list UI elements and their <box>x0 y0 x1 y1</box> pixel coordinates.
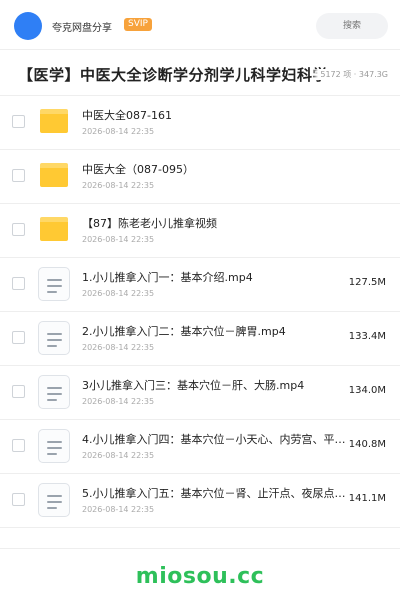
watermark-text: miosou.cc <box>135 564 265 589</box>
item-size: 133.4M <box>348 331 386 342</box>
document-icon <box>38 267 70 301</box>
item-size: 134.0M <box>348 385 386 396</box>
item-size: 127.5M <box>348 277 386 288</box>
list-item[interactable]: 【87】陈老老小儿推拿视频 2026-08-14 22:35 <box>0 204 400 258</box>
svip-badge: SVIP <box>124 18 152 31</box>
item-date: 2026-08-14 22:35 <box>82 451 155 460</box>
item-date: 2026-08-14 22:35 <box>82 289 155 298</box>
item-name: 中医大全087-161 <box>82 109 172 122</box>
item-name: 1.小儿推拿入门一：基本介绍.mp4 <box>82 271 253 284</box>
folder-icon <box>40 109 68 133</box>
file-list: 中医大全087-161 2026-08-14 22:35 中医大全（087-09… <box>0 96 400 528</box>
document-icon <box>38 429 70 463</box>
select-checkbox[interactable] <box>12 223 25 236</box>
folder-icon <box>40 217 68 241</box>
item-name: 2.小儿推拿入门二：基本穴位－脾胃.mp4 <box>82 325 286 338</box>
list-item[interactable]: 4.小儿推拿入门四：基本穴位－小天心、内劳宫、平肝… 2026-08-14 22… <box>0 420 400 474</box>
item-name: 中医大全（087-095） <box>82 163 194 176</box>
item-date: 2026-08-14 22:35 <box>82 397 155 406</box>
item-date: 2026-08-14 22:35 <box>82 127 155 136</box>
list-item[interactable]: 中医大全087-161 2026-08-14 22:35 <box>0 96 400 150</box>
item-name: 【87】陈老老小儿推拿视频 <box>82 217 217 230</box>
list-item[interactable]: 1.小儿推拿入门一：基本介绍.mp4 2026-08-14 22:35 127.… <box>0 258 400 312</box>
item-name: 5.小儿推拿入门五：基本穴位－肾、止汗点、夜尿点、… <box>82 487 350 500</box>
select-checkbox[interactable] <box>12 277 25 290</box>
select-checkbox[interactable] <box>12 115 25 128</box>
brand-name: 夸克网盘分享 <box>52 23 112 34</box>
item-size: 141.1M <box>348 493 386 504</box>
item-date: 2026-08-14 22:35 <box>82 343 155 352</box>
share-meta: 5172 项 · 347.3G <box>312 69 388 80</box>
document-icon <box>38 483 70 517</box>
avatar[interactable] <box>14 12 42 40</box>
select-checkbox[interactable] <box>12 169 25 182</box>
document-icon <box>38 321 70 355</box>
folder-icon <box>40 163 68 187</box>
list-item[interactable]: 2.小儿推拿入门二：基本穴位－脾胃.mp4 2026-08-14 22:35 1… <box>0 312 400 366</box>
list-item[interactable]: 3小儿推拿入门三：基本穴位－肝、大肠.mp4 2026-08-14 22:35 … <box>0 366 400 420</box>
item-date: 2026-08-14 22:35 <box>82 235 155 244</box>
item-size: 140.8M <box>348 439 386 450</box>
item-date: 2026-08-14 22:35 <box>82 505 155 514</box>
select-checkbox[interactable] <box>12 331 25 344</box>
search-input[interactable] <box>316 13 388 39</box>
document-icon <box>38 375 70 409</box>
item-name: 3小儿推拿入门三：基本穴位－肝、大肠.mp4 <box>82 379 305 392</box>
share-title-row: 【医学】中医大全诊断学分剂学儿科学妇科学 5172 项 · 347.3G <box>0 50 400 96</box>
list-item[interactable]: 5.小儿推拿入门五：基本穴位－肾、止汗点、夜尿点、… 2026-08-14 22… <box>0 474 400 528</box>
item-name: 4.小儿推拿入门四：基本穴位－小天心、内劳宫、平肝… <box>82 433 350 446</box>
select-checkbox[interactable] <box>12 493 25 506</box>
header-bar: 夸克网盘分享 SVIP <box>0 0 400 50</box>
item-date: 2026-08-14 22:35 <box>82 181 155 190</box>
share-title: 【医学】中医大全诊断学分剂学儿科学妇科学 <box>18 66 329 84</box>
list-item[interactable]: 中医大全（087-095） 2026-08-14 22:35 <box>0 150 400 204</box>
select-checkbox[interactable] <box>12 385 25 398</box>
select-checkbox[interactable] <box>12 439 25 452</box>
